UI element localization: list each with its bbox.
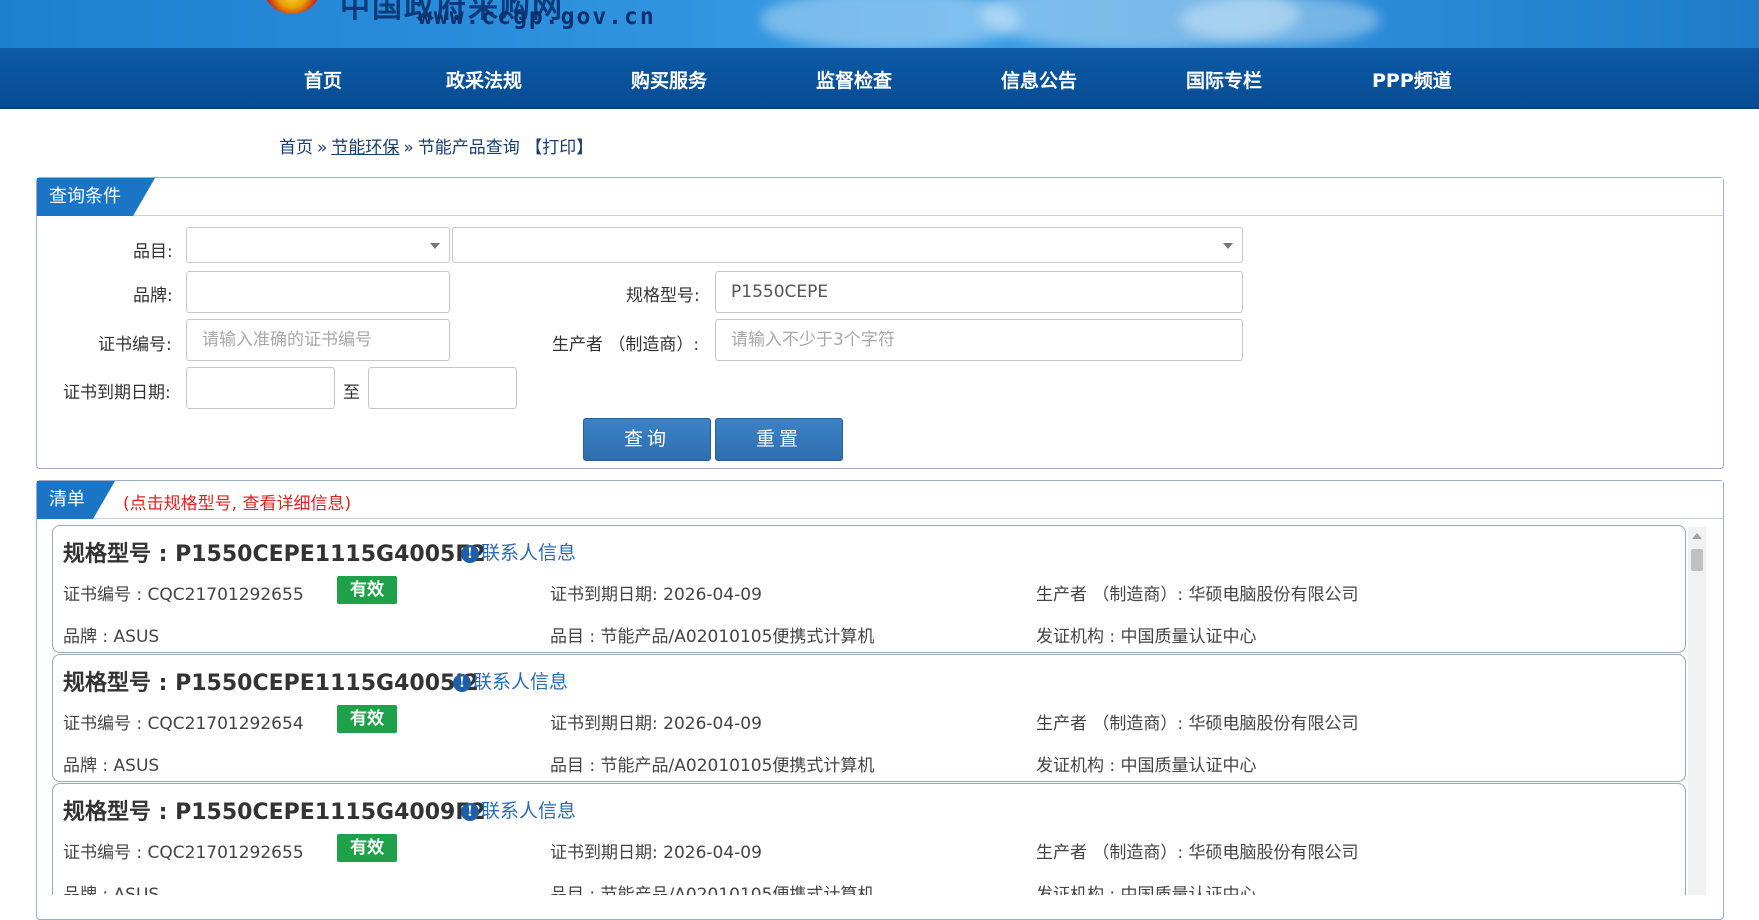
cert-number-input[interactable] [186, 319, 450, 361]
scrollbar-thumb[interactable] [1691, 549, 1703, 571]
result-manufacturer: 生产者 （制造商）: 华硕电脑股份有限公司 [1036, 714, 1359, 734]
reset-button[interactable]: 重置 [715, 418, 843, 461]
contact-info-label: 联系人信息 [481, 800, 577, 822]
result-card: 规格型号 : P1550CEPE1115G4005F2 ! 联系人信息 证书编号 … [52, 525, 1686, 653]
list-panel-header: 清单 (点击规格型号, 查看详细信息) [37, 481, 1723, 519]
scroll-up-arrow-icon[interactable] [1692, 533, 1702, 539]
main-nav: 首页 政采法规 购买服务 监督检查 信息公告 国际专栏 PPP频道 [0, 48, 1759, 109]
info-icon: ! [461, 545, 479, 563]
nav-item-announcements[interactable]: 信息公告 [1001, 66, 1077, 93]
search-button[interactable]: 查询 [583, 418, 711, 461]
expiry-date-to-label: 至 [343, 383, 360, 403]
result-brand: 品牌 : ASUS [63, 885, 160, 895]
banner-cloud [760, 0, 1020, 48]
nav-item-supervision[interactable]: 监督检查 [816, 66, 892, 93]
results-list: 规格型号 : P1550CEPE1115G4005F2 ! 联系人信息 证书编号 … [52, 525, 1686, 895]
category-label: 品目: [133, 242, 173, 262]
result-expiry-date: 证书到期日期: 2026-04-09 [550, 714, 762, 734]
status-badge: 有效 [337, 576, 397, 604]
category-select-primary[interactable] [186, 227, 450, 263]
brand-label: 品牌: [133, 286, 173, 306]
chevron-down-icon [1223, 243, 1233, 249]
breadcrumb-section[interactable]: 节能环保 [331, 138, 399, 158]
nav-item-ppp[interactable]: PPP频道 [1372, 66, 1452, 93]
model-input[interactable] [715, 271, 1243, 313]
breadcrumb-current: 节能产品查询 [417, 138, 520, 158]
nav-item-international[interactable]: 国际专栏 [1186, 66, 1262, 93]
result-category: 品目 : 节能产品/A02010105便携式计算机 [550, 885, 875, 895]
site-url: www.ccgp.gov.cn [418, 4, 656, 30]
result-manufacturer: 生产者 （制造商）: 华硕电脑股份有限公司 [1036, 585, 1359, 605]
contact-info-link[interactable]: ! 联系人信息 [453, 667, 568, 694]
breadcrumb-separator: » [403, 138, 414, 158]
result-model-link[interactable]: 规格型号 : P1550CEPE1115G4005I2 [63, 665, 479, 697]
list-panel-hint: (点击规格型号, 查看详细信息) [123, 494, 352, 514]
cert-number-label: 证书编号: [98, 335, 172, 355]
result-cert-number: 证书编号 : CQC21701292654 [63, 714, 304, 734]
contact-info-label: 联系人信息 [473, 671, 569, 693]
manufacturer-input[interactable] [715, 319, 1243, 361]
category-select-secondary[interactable] [452, 227, 1243, 263]
result-brand: 品牌 : ASUS [63, 756, 160, 776]
status-badge: 有效 [337, 705, 397, 733]
breadcrumb-separator: » [317, 138, 328, 158]
result-cert-number: 证书编号 : CQC21701292655 [63, 843, 304, 863]
result-issuer: 发证机构 : 中国质量认证中心 [1036, 885, 1257, 895]
result-issuer: 发证机构 : 中国质量认证中心 [1036, 627, 1257, 647]
nav-item-home[interactable]: 首页 [304, 66, 342, 93]
print-link[interactable]: 【打印】 [525, 138, 593, 158]
result-card: 规格型号 : P1550CEPE1115G4005I2 ! 联系人信息 证书编号 … [52, 654, 1686, 782]
contact-info-link[interactable]: ! 联系人信息 [461, 538, 576, 565]
expiry-date-label: 证书到期日期: [63, 383, 171, 403]
result-card: 规格型号 : P1550CEPE1115G4009F2 ! 联系人信息 证书编号 … [52, 783, 1686, 895]
site-banner: 中国政府采购网 www.ccgp.gov.cn [0, 0, 1759, 48]
brand-input[interactable] [186, 271, 450, 313]
result-category: 品目 : 节能产品/A02010105便携式计算机 [550, 756, 875, 776]
result-issuer: 发证机构 : 中国质量认证中心 [1036, 756, 1257, 776]
national-emblem-icon [262, 0, 322, 14]
result-expiry-date: 证书到期日期: 2026-04-09 [550, 585, 762, 605]
result-brand: 品牌 : ASUS [63, 627, 160, 647]
list-panel-title: 清单 [37, 481, 115, 519]
nav-item-services[interactable]: 购买服务 [631, 66, 707, 93]
expiry-date-from[interactable] [186, 367, 335, 409]
result-expiry-date: 证书到期日期: 2026-04-09 [550, 843, 762, 863]
expiry-date-to[interactable] [368, 367, 517, 409]
result-category: 品目 : 节能产品/A02010105便携式计算机 [550, 627, 875, 647]
info-icon: ! [461, 803, 479, 821]
query-panel-header: 查询条件 [37, 178, 1723, 216]
result-model-link[interactable]: 规格型号 : P1550CEPE1115G4005F2 [63, 536, 486, 568]
breadcrumb: 首页» 节能环保» 节能产品查询 【打印】 [279, 133, 593, 158]
result-model-link[interactable]: 规格型号 : P1550CEPE1115G4009F2 [63, 794, 486, 826]
chevron-down-icon [430, 243, 440, 249]
query-panel-title: 查询条件 [37, 178, 155, 216]
result-cert-number: 证书编号 : CQC21701292655 [63, 585, 304, 605]
info-icon: ! [453, 674, 471, 692]
result-manufacturer: 生产者 （制造商）: 华硕电脑股份有限公司 [1036, 843, 1359, 863]
status-badge: 有效 [337, 834, 397, 862]
contact-info-label: 联系人信息 [481, 542, 577, 564]
nav-item-regulations[interactable]: 政采法规 [446, 66, 522, 93]
contact-info-link[interactable]: ! 联系人信息 [461, 796, 576, 823]
manufacturer-label: 生产者 （制造商）: [552, 335, 700, 355]
results-scrollbar[interactable] [1688, 527, 1706, 895]
breadcrumb-home[interactable]: 首页 [279, 138, 313, 158]
model-label: 规格型号: [626, 286, 700, 306]
